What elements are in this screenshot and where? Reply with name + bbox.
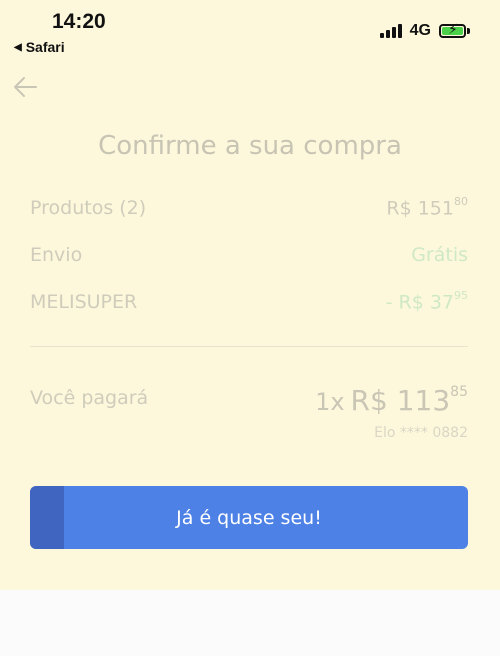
total-label: Você pagará xyxy=(30,387,149,409)
summary-row-shipping: Envio Grátis xyxy=(30,244,468,266)
battery-charging-icon: ⚡ xyxy=(439,22,470,38)
discount-amount: - R$ 3795 xyxy=(385,289,468,314)
shipping-value: Grátis xyxy=(411,244,468,266)
discount-label: MELISUPER xyxy=(30,291,138,314)
back-app-label: Safari xyxy=(25,39,65,55)
confirm-button-label: Já é quase seu! xyxy=(176,506,322,529)
summary-row-products: Produtos (2) R$ 15180 xyxy=(30,195,468,220)
network-type: 4G xyxy=(409,22,431,39)
payment-card-info: Elo **** 0882 xyxy=(374,425,468,441)
products-amount: R$ 15180 xyxy=(386,195,468,220)
cellular-signal-icon xyxy=(379,24,402,38)
summary-row-discount: MELISUPER - R$ 3795 xyxy=(30,289,468,314)
installments: 1x xyxy=(315,388,345,416)
page-title: Confirme a sua compra xyxy=(98,131,402,162)
shipping-label: Envio xyxy=(30,244,83,266)
back-triangle-icon: ◀ xyxy=(14,41,22,53)
status-time: 14:20 xyxy=(52,10,106,33)
confirm-purchase-button[interactable]: Já é quase seu! xyxy=(30,486,468,549)
back-arrow-icon[interactable] xyxy=(12,74,40,100)
total-amount: 1x R$ 11385 xyxy=(315,384,468,417)
checkout-panel: 14:20 ◀ Safari 4G ⚡ Confirme a sua compr… xyxy=(0,0,500,590)
slider-knob[interactable] xyxy=(30,486,64,549)
screen: 14:20 ◀ Safari 4G ⚡ Confirme a sua compr… xyxy=(0,0,500,656)
summary-divider xyxy=(30,346,468,347)
status-indicators: 4G ⚡ xyxy=(379,22,470,40)
back-to-app-link[interactable]: ◀ Safari xyxy=(14,39,65,55)
bottom-area xyxy=(0,590,500,656)
total-value: R$ 11385 xyxy=(350,383,468,417)
products-label: Produtos (2) xyxy=(30,197,147,220)
